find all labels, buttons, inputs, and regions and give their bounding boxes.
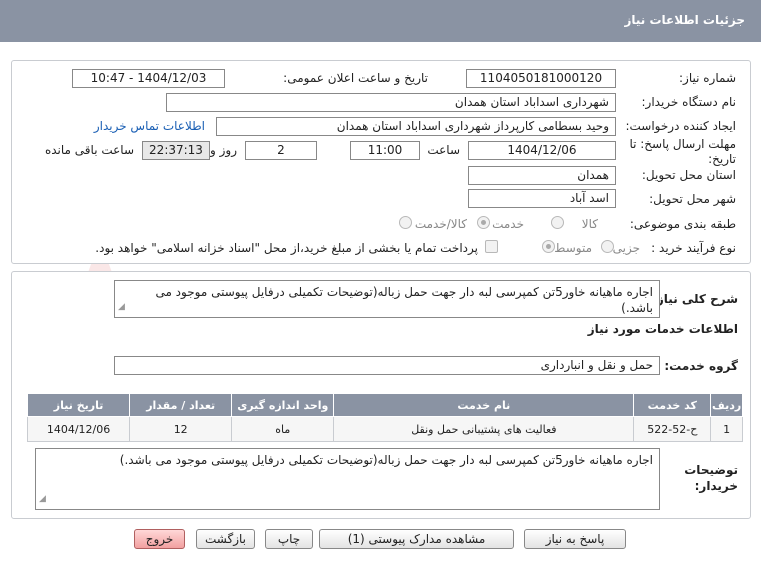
page-header: جزئیات اطلاعات نیاز <box>0 0 761 42</box>
deadline-date-field: 1404/12/06 <box>468 141 616 160</box>
category-option-service: خدمت <box>492 217 524 231</box>
col-service-name: نام خدمت <box>333 393 635 417</box>
process-option-medium: متوسط <box>554 241 592 255</box>
creator-field: وحید بسطامی کارپرداز شهرداری اسداباد است… <box>216 117 616 136</box>
category-label: طبقه بندی موضوعی: <box>629 217 736 231</box>
buyer-notes-text: اجاره ماهیانه خاور5تن کمپرسی لبه دار جهت… <box>119 453 653 467</box>
buyer-contact-link[interactable]: اطلاعات تماس خریدار <box>94 119 205 133</box>
summary-text: اجاره ماهیانه خاور5تن کمپرسی لبه دار جهت… <box>155 285 653 315</box>
need-info-panel: شماره نیاز: 1104050181000120 تاریخ و ساع… <box>11 60 751 264</box>
category-option-goods: کالا <box>581 217 598 231</box>
table-header-row: ردیف کد خدمت نام خدمت واحد اندازه گیری ت… <box>26 393 743 417</box>
process-label: نوع فرآیند خرید : <box>651 241 736 255</box>
deadline-time-label: ساعت <box>427 143 460 157</box>
announce-label: تاریخ و ساعت اعلان عمومی: <box>283 71 428 85</box>
need-number-label: شماره نیاز: <box>679 71 736 85</box>
city-field: اسد آباد <box>468 189 616 208</box>
back-button[interactable]: بازگشت <box>196 529 255 549</box>
cell-row-number: 1 <box>710 416 743 442</box>
process-radio-medium[interactable] <box>542 240 555 253</box>
service-group-field: حمل و نقل و انبارداری <box>114 356 660 375</box>
creator-label: ایجاد کننده درخواست: <box>625 119 736 133</box>
exit-button[interactable]: خروج <box>134 529 185 549</box>
buyer-label: نام دستگاه خریدار: <box>641 95 737 109</box>
treasury-payment-note: پرداخت تمام یا بخشی از مبلغ خرید،از محل … <box>95 241 478 255</box>
province-label: استان محل تحویل: <box>641 168 736 182</box>
view-attachments-button[interactable]: مشاهده مدارک پیوستی (1) <box>319 529 514 549</box>
city-label: شهر محل تحویل: <box>649 192 736 206</box>
buyer-notes-label: توضیحات خریدار: <box>684 463 738 493</box>
buyer-notes-textarea: اجاره ماهیانه خاور5تن کمپرسی لبه دار جهت… <box>35 448 660 510</box>
deadline-time-field: 11:00 <box>350 141 420 160</box>
col-row-number: ردیف <box>710 393 743 417</box>
summary-textarea: اجاره ماهیانه خاور5تن کمپرسی لبه دار جهت… <box>114 280 660 318</box>
days-field: 2 <box>245 141 317 160</box>
col-quantity: تعداد / مقدار <box>129 393 233 417</box>
buyer-field: شهرداری اسداباد استان همدان <box>166 93 616 112</box>
cell-need-date: 1404/12/06 <box>26 416 131 442</box>
service-group-label: گروه خدمت: <box>664 359 738 373</box>
col-unit: واحد اندازه گیری <box>231 393 335 417</box>
page-title: جزئیات اطلاعات نیاز <box>624 13 745 27</box>
province-field: همدان <box>468 166 616 185</box>
category-radio-service[interactable] <box>477 216 490 229</box>
col-need-date: تاریخ نیاز <box>26 393 131 417</box>
need-number-field: 1104050181000120 <box>466 69 616 88</box>
category-radio-goods[interactable] <box>551 216 564 229</box>
resize-handle-icon[interactable]: ◢ <box>39 491 46 507</box>
cell-unit: ماه <box>231 416 335 442</box>
summary-label: شرح کلی نیاز: <box>652 292 738 306</box>
col-service-code: کد خدمت <box>633 393 712 417</box>
announce-field: 1404/12/03 - 10:47 <box>72 69 225 88</box>
table-row: 1 ح-52-522 فعالیت های پشتیبانی حمل ونقل … <box>26 416 743 442</box>
remaining-time-field: 22:37:13 <box>142 141 210 160</box>
print-button[interactable]: چاپ <box>265 529 313 549</box>
cell-service-code: ح-52-522 <box>633 416 712 442</box>
cell-service-name: فعالیت های پشتیبانی حمل ونقل <box>333 416 635 442</box>
remaining-label: ساعت باقی مانده <box>44 143 134 157</box>
category-option-goods-service: کالا/خدمت <box>414 217 467 231</box>
reply-to-need-button[interactable]: پاسخ به نیاز <box>524 529 626 549</box>
deadline-label: مهلت ارسال پاسخ: تا تاریخ: <box>629 137 736 166</box>
services-table: ردیف کد خدمت نام خدمت واحد اندازه گیری ت… <box>26 393 743 442</box>
days-label: روز و <box>210 143 237 157</box>
process-option-minor: جزیی <box>612 241 640 255</box>
need-details-panel: شرح کلی نیاز: اجاره ماهیانه خاور5تن کمپر… <box>11 271 751 519</box>
category-radio-goods-service[interactable] <box>399 216 412 229</box>
services-heading: اطلاعات خدمات مورد نیاز <box>587 322 738 336</box>
resize-handle-icon[interactable]: ◢ <box>118 299 125 315</box>
cell-quantity: 12 <box>129 416 233 442</box>
treasury-payment-checkbox[interactable] <box>485 240 498 253</box>
